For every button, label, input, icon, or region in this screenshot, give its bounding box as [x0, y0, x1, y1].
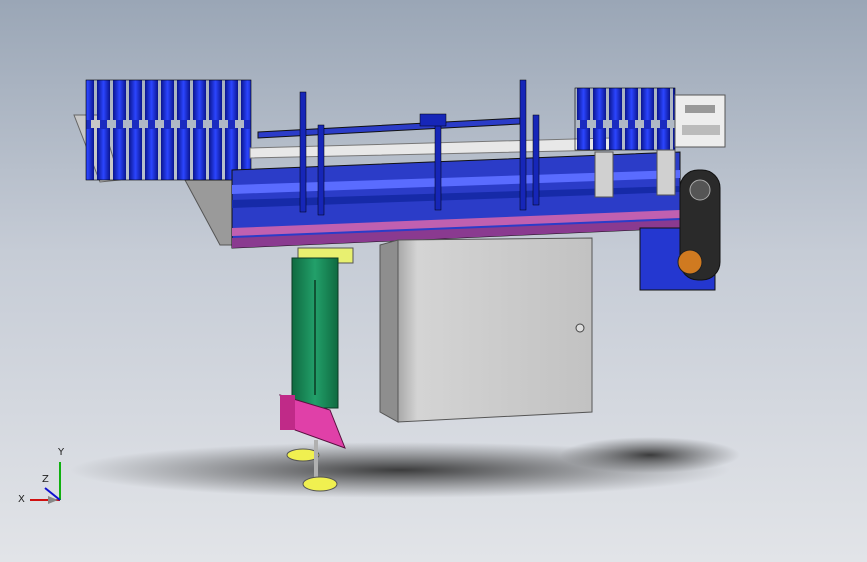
triad-z-label: Z [42, 474, 49, 485]
infeed-bottle-group[interactable] [85, 79, 252, 181]
triad-x-label: X [18, 494, 25, 505]
outfeed-bottle-group[interactable] [574, 87, 676, 151]
coordinate-triad: Y X Z [18, 447, 65, 505]
end-mechanism[interactable] [674, 94, 726, 148]
cabinet-lock-icon [575, 323, 585, 333]
cad-viewport[interactable]: Y X Z [0, 0, 867, 562]
electrical-cabinet[interactable] [379, 237, 593, 423]
support-leg[interactable] [291, 247, 354, 409]
ground-shadow [70, 437, 740, 498]
triad-y-label: Y [57, 447, 65, 458]
